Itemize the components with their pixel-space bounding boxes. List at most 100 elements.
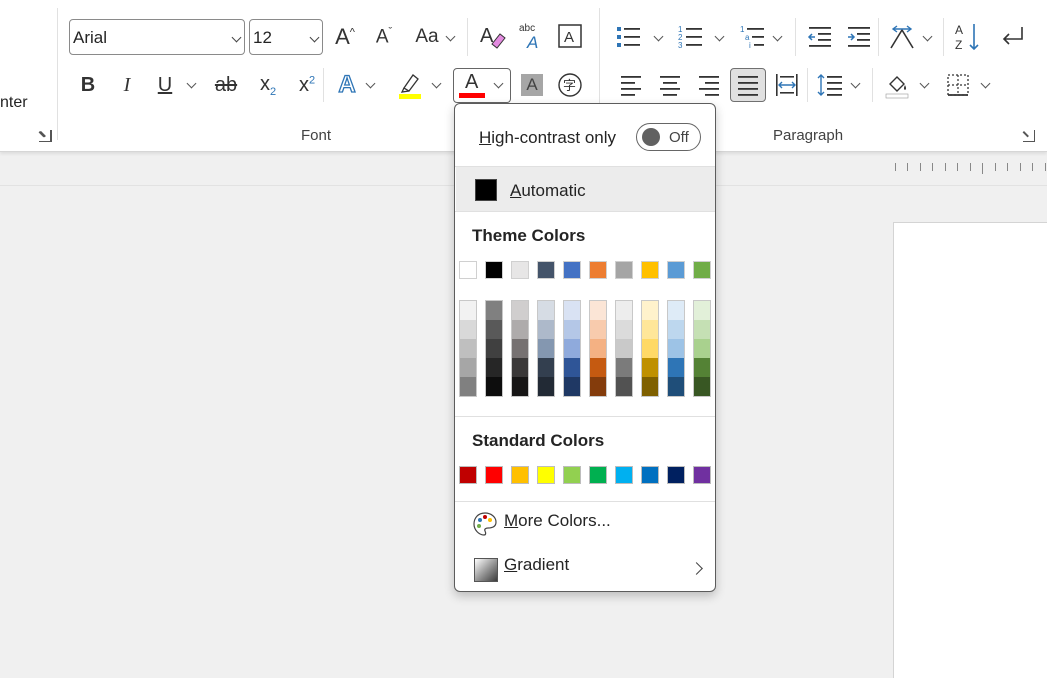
theme-color-swatch[interactable]	[537, 261, 555, 279]
standard-color-swatch[interactable]	[563, 466, 581, 484]
chevron-down-icon[interactable]	[365, 78, 376, 89]
theme-shade-swatch[interactable]	[590, 320, 606, 339]
chevron-down-icon[interactable]	[772, 31, 783, 42]
standard-color-swatch[interactable]	[667, 466, 685, 484]
standard-color-swatch[interactable]	[589, 466, 607, 484]
standard-color-swatch[interactable]	[459, 466, 477, 484]
theme-shade-swatch[interactable]	[460, 377, 476, 396]
font-color-button[interactable]: A	[458, 71, 488, 101]
borders-button[interactable]	[943, 70, 973, 100]
theme-shade-swatch[interactable]	[460, 301, 476, 320]
theme-shade-swatch[interactable]	[642, 377, 658, 396]
theme-color-swatch[interactable]	[615, 261, 633, 279]
text-effects-button[interactable]: A	[333, 70, 361, 100]
theme-shade-swatch[interactable]	[486, 301, 502, 320]
theme-shade-swatch[interactable]	[642, 339, 658, 358]
theme-shade-swatch[interactable]	[590, 358, 606, 377]
strikethrough-button[interactable]: ab	[210, 70, 242, 100]
subscript-button[interactable]: x2	[254, 70, 282, 100]
theme-shade-swatch[interactable]	[564, 358, 580, 377]
theme-shade-swatch[interactable]	[538, 377, 554, 396]
theme-shade-swatch[interactable]	[616, 377, 632, 396]
theme-shade-swatch[interactable]	[668, 339, 684, 358]
theme-shade-swatch[interactable]	[642, 320, 658, 339]
clear-formatting-button[interactable]: A	[477, 20, 507, 52]
theme-shade-swatch[interactable]	[668, 377, 684, 396]
font-name-combobox[interactable]: Arial	[69, 19, 245, 55]
sort-button[interactable]: A Z	[953, 20, 983, 54]
theme-shade-swatch[interactable]	[616, 358, 632, 377]
shrink-font-button[interactable]: Aˇ	[369, 22, 399, 52]
character-shading-button[interactable]: A	[519, 72, 545, 98]
align-center-button[interactable]	[655, 70, 685, 100]
theme-shade-swatch[interactable]	[694, 377, 710, 396]
bold-button[interactable]: B	[74, 70, 102, 100]
theme-shade-swatch[interactable]	[460, 320, 476, 339]
theme-shade-swatch[interactable]	[642, 358, 658, 377]
theme-color-swatch[interactable]	[641, 261, 659, 279]
chevron-down-icon[interactable]	[431, 78, 442, 89]
theme-shade-swatch[interactable]	[460, 358, 476, 377]
chevron-down-icon[interactable]	[445, 31, 456, 42]
align-left-button[interactable]	[616, 70, 646, 100]
theme-shade-swatch[interactable]	[668, 301, 684, 320]
theme-shade-swatch[interactable]	[512, 358, 528, 377]
chevron-down-icon[interactable]	[850, 78, 861, 89]
theme-shade-swatch[interactable]	[564, 377, 580, 396]
theme-shade-swatch[interactable]	[512, 301, 528, 320]
high-contrast-toggle[interactable]: Off	[636, 123, 701, 151]
theme-shade-swatch[interactable]	[590, 377, 606, 396]
theme-shade-swatch[interactable]	[616, 301, 632, 320]
theme-color-swatch[interactable]	[563, 261, 581, 279]
theme-shade-swatch[interactable]	[486, 339, 502, 358]
theme-shade-swatch[interactable]	[538, 320, 554, 339]
chevron-down-icon[interactable]	[980, 78, 991, 89]
theme-shade-swatch[interactable]	[590, 339, 606, 358]
theme-shade-swatch[interactable]	[486, 377, 502, 396]
phonetic-guide-button[interactable]: abc A	[517, 20, 547, 52]
align-right-button[interactable]	[694, 70, 724, 100]
theme-shade-swatch[interactable]	[460, 339, 476, 358]
chevron-down-icon[interactable]	[714, 31, 725, 42]
superscript-button[interactable]: x2	[293, 70, 321, 100]
theme-shade-swatch[interactable]	[564, 320, 580, 339]
document-page[interactable]	[893, 222, 1047, 678]
shading-button[interactable]	[882, 70, 912, 100]
numbering-button[interactable]: 1 2 3	[676, 22, 706, 52]
theme-shade-swatch[interactable]	[590, 301, 606, 320]
change-case-button[interactable]: Aa	[410, 22, 444, 52]
chevron-down-icon[interactable]	[919, 78, 930, 89]
theme-shade-swatch[interactable]	[694, 339, 710, 358]
more-colors-item[interactable]: More Colors...	[455, 502, 715, 542]
distributed-button[interactable]	[772, 70, 802, 100]
theme-shade-swatch[interactable]	[668, 320, 684, 339]
theme-shade-swatch[interactable]	[668, 358, 684, 377]
underline-button[interactable]: U	[151, 70, 179, 100]
theme-shade-swatch[interactable]	[486, 320, 502, 339]
line-spacing-button[interactable]	[815, 70, 845, 100]
increase-indent-button[interactable]	[844, 22, 874, 52]
character-border-button[interactable]: A	[556, 22, 584, 50]
theme-color-swatch[interactable]	[693, 261, 711, 279]
highlight-color-button[interactable]	[396, 70, 424, 100]
italic-button[interactable]: I	[113, 70, 141, 100]
theme-shade-swatch[interactable]	[512, 320, 528, 339]
theme-color-swatch[interactable]	[459, 261, 477, 279]
theme-shade-swatch[interactable]	[616, 339, 632, 358]
theme-shade-swatch[interactable]	[694, 358, 710, 377]
standard-color-swatch[interactable]	[511, 466, 529, 484]
theme-shade-swatch[interactable]	[642, 301, 658, 320]
automatic-color-item[interactable]: Automatic	[456, 167, 715, 211]
text-direction-button[interactable]	[886, 22, 918, 52]
theme-shade-swatch[interactable]	[512, 377, 528, 396]
theme-color-swatch[interactable]	[589, 261, 607, 279]
chevron-down-icon[interactable]	[493, 78, 504, 89]
standard-color-swatch[interactable]	[485, 466, 503, 484]
theme-shade-swatch[interactable]	[694, 301, 710, 320]
chevron-down-icon[interactable]	[922, 31, 933, 42]
theme-shade-swatch[interactable]	[486, 358, 502, 377]
theme-color-swatch[interactable]	[511, 261, 529, 279]
theme-shade-swatch[interactable]	[538, 339, 554, 358]
standard-color-swatch[interactable]	[693, 466, 711, 484]
theme-shade-swatch[interactable]	[564, 339, 580, 358]
